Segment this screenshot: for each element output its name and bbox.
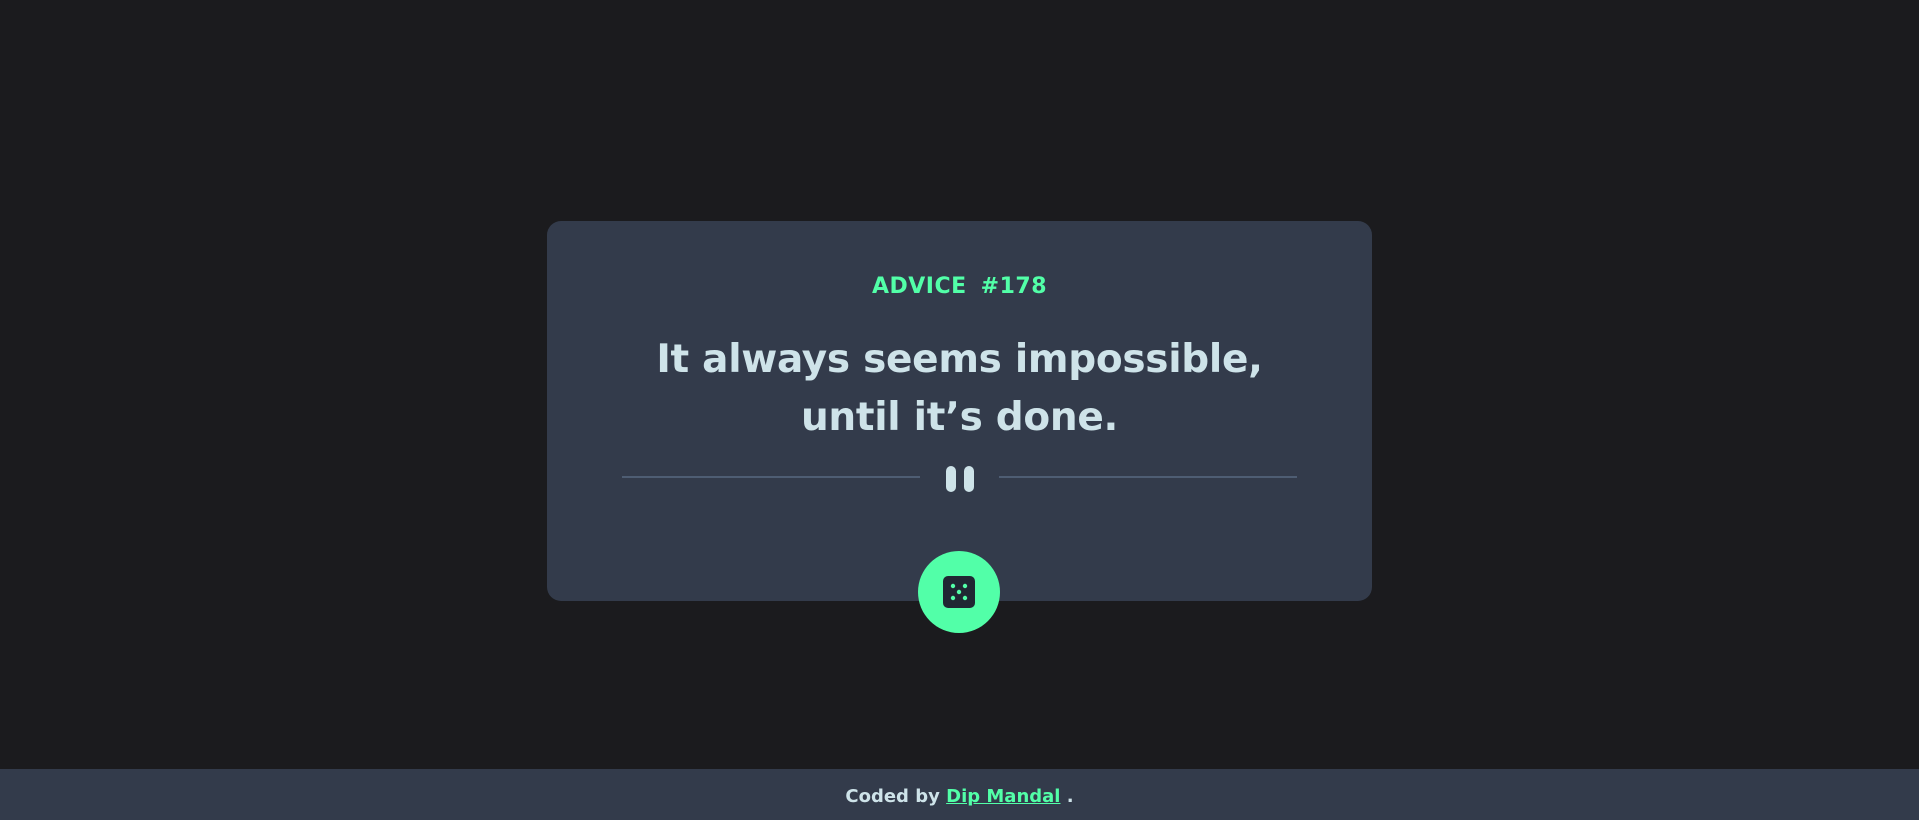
footer-suffix: . — [1066, 786, 1074, 807]
advice-number: #178 — [980, 274, 1048, 299]
divider-line-right — [999, 476, 1297, 478]
dice-icon — [943, 576, 975, 608]
new-advice-button[interactable] — [918, 551, 1000, 633]
divider-line-left — [622, 476, 920, 478]
advice-header: ADVICE #178 — [547, 270, 1372, 304]
footer: Coded by Dip Mandal . — [0, 769, 1919, 820]
footer-prefix: Coded by — [845, 786, 940, 807]
advice-quote: It always seems impossible, until it’s d… — [656, 337, 1263, 440]
advice-card: ADVICE #178 It always seems impossible, u… — [547, 221, 1372, 601]
pause-icon — [944, 466, 976, 492]
advice-label: ADVICE — [871, 274, 967, 299]
page: ADVICE #178 It always seems impossible, u… — [0, 0, 1919, 820]
author-link[interactable]: Dip Mandal — [946, 786, 1060, 807]
divider — [622, 466, 1297, 492]
